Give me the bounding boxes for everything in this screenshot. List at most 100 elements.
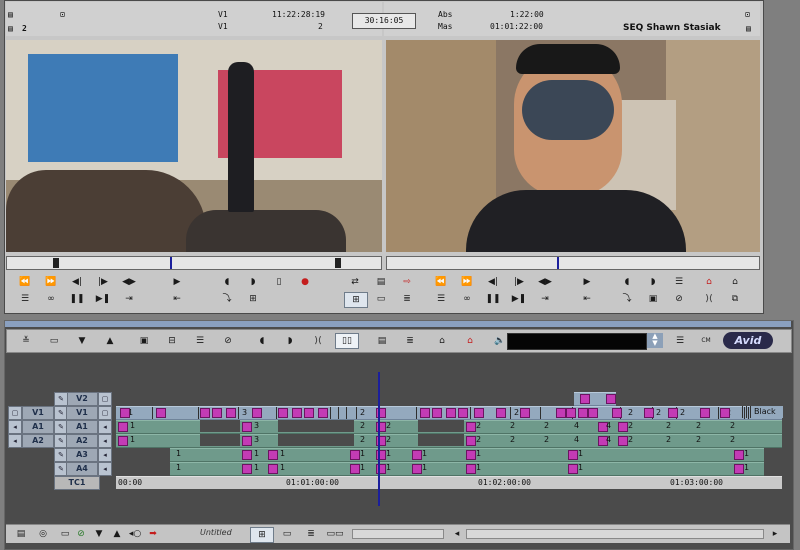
tl-list-button[interactable]: ☰	[669, 334, 691, 348]
tl-mark-out-button[interactable]: ◗	[279, 334, 301, 348]
rewind-button[interactable]: ⏪	[14, 275, 36, 289]
tl-up-button[interactable]: ▲	[99, 334, 121, 348]
tl-clear-button[interactable]: ⊘	[217, 334, 239, 348]
mark-clip-button[interactable]: ▯	[268, 275, 290, 289]
timeline-scrub-field[interactable]	[507, 333, 647, 350]
rec-copy-button[interactable]: ⧉	[724, 292, 746, 306]
link-icon-right[interactable]: ⊡	[745, 10, 750, 19]
a4-speaker-icon[interactable]: ◂	[98, 462, 112, 476]
mark-in-button[interactable]: ◖	[216, 275, 238, 289]
v2-edit-icon[interactable]: ✎	[54, 392, 68, 406]
rec-go-out-button[interactable]: ⇥	[534, 292, 556, 306]
v1-source-header[interactable]: V1	[22, 406, 54, 420]
source-position-bar[interactable]	[6, 256, 382, 270]
scrub-stepper[interactable]: ▲ ▼	[647, 333, 663, 348]
sequence-icon[interactable]: ▤	[746, 24, 751, 33]
rec-trim-button[interactable]: ⟩⟨	[698, 292, 720, 306]
tl-splice-button[interactable]: ⌂	[431, 334, 453, 348]
rec-menu-button[interactable]: ☰	[668, 275, 690, 289]
tl-monitor-button[interactable]: ▭	[43, 334, 65, 348]
rec-go-in-button[interactable]: ⇤	[576, 292, 598, 306]
extract-button[interactable]: ⇨	[396, 275, 418, 289]
link-button[interactable]: ∞	[40, 292, 62, 306]
tl-menu-button[interactable]: CM	[695, 334, 717, 348]
rec-step-back-button[interactable]: ◀|	[482, 275, 504, 289]
rec-overwrite-button[interactable]: ⌂	[698, 275, 720, 289]
v1-record-header[interactable]: V1	[66, 406, 98, 420]
tc1-track-header[interactable]: TC1	[54, 476, 100, 490]
a1-source-header[interactable]: A1	[22, 420, 54, 434]
record-video-frame[interactable]	[386, 40, 760, 252]
rec-step-forward-button[interactable]: |▶	[508, 275, 530, 289]
rec-grid-button[interactable]: ⊞	[344, 292, 368, 308]
monitor-icon[interactable]: ▤	[8, 24, 13, 33]
footer-levels-button[interactable]: ≣	[300, 527, 322, 541]
step-back-button[interactable]: ◀|	[66, 275, 88, 289]
rec-monitor-button[interactable]: ▭	[370, 292, 392, 306]
a2-record-header[interactable]: A2	[66, 434, 98, 448]
rec-pause-button[interactable]: ❚❚	[482, 292, 504, 306]
tl-overwrite-button[interactable]: ⌂	[459, 334, 481, 348]
list-button[interactable]: ☰	[14, 292, 36, 306]
v2-record-header[interactable]: V2	[66, 392, 98, 406]
v2-monitor-icon[interactable]: ▢	[98, 392, 112, 406]
tl-mark-in-button[interactable]: ◖	[251, 334, 273, 348]
v1-monitor-icon[interactable]: ▢	[98, 406, 112, 420]
rec-splice-in-button[interactable]: ⤵	[616, 292, 638, 306]
rec-play-button[interactable]: ▶	[576, 275, 598, 289]
step-forward-button[interactable]: |▶	[92, 275, 114, 289]
scroll-left-button[interactable]: ◂	[446, 527, 468, 541]
a3-speaker-icon[interactable]: ◂	[98, 448, 112, 462]
footer-disc-button[interactable]: ◎	[32, 527, 54, 541]
rec-square-button[interactable]: ▣	[642, 292, 664, 306]
v1-source-monitor-icon[interactable]: ▢	[8, 406, 22, 420]
record-position-indicator[interactable]	[557, 257, 559, 269]
rec-levels-button[interactable]: ≣	[396, 292, 418, 306]
a4-record-header[interactable]: A4	[66, 462, 98, 476]
tl-lift-button[interactable]: ▤	[371, 334, 393, 348]
source-video-frame[interactable]	[6, 40, 382, 252]
a1-source-speaker-icon[interactable]: ◂	[8, 420, 22, 434]
footer-menu-button[interactable]: ▤	[10, 527, 32, 541]
menu-icon[interactable]: ▤	[8, 10, 13, 19]
rec-rewind-button[interactable]: ⏪	[430, 275, 452, 289]
record-position-bar[interactable]	[386, 256, 760, 270]
play-button[interactable]: ▶	[166, 275, 188, 289]
splice-in-button[interactable]: ⤵	[216, 292, 238, 306]
a2-source-speaker-icon[interactable]: ◂	[8, 434, 22, 448]
footer-arrow-button[interactable]: ➡	[142, 527, 164, 541]
mark-out-button[interactable]: ◗	[242, 275, 264, 289]
footer-zoom-slider[interactable]	[352, 529, 444, 539]
rec-play-reverse-button[interactable]: ◀▶	[534, 275, 556, 289]
rec-mark-in-button[interactable]: ◖	[616, 275, 638, 289]
v2-track-empty[interactable]	[116, 392, 784, 404]
frame-forward-button[interactable]: ▶❚	[92, 292, 114, 306]
pause-button[interactable]: ❚❚	[66, 292, 88, 306]
tl-mark-clip-button[interactable]: ▯▯	[335, 333, 359, 349]
rec-clear-button[interactable]: ⊘	[668, 292, 690, 306]
rec-link-button[interactable]: ∞	[456, 292, 478, 306]
link-icon[interactable]: ⊡	[60, 10, 65, 19]
rec-fast-forward-button[interactable]: ⏩	[456, 275, 478, 289]
a1-record-header[interactable]: A1	[66, 420, 98, 434]
scroll-right-button[interactable]: ▸	[764, 527, 786, 541]
go-to-in-button[interactable]: ⇤	[166, 292, 188, 306]
record-dot-button[interactable]: ●	[294, 275, 316, 289]
tl-trim-button[interactable]: ⟩⟨	[307, 334, 329, 348]
fast-forward-button[interactable]: ⏩	[40, 275, 62, 289]
match-frame-button[interactable]: ⇄	[344, 275, 366, 289]
play-reverse-button[interactable]: ◀▶	[118, 275, 140, 289]
a2-source-header[interactable]: A2	[22, 434, 54, 448]
rec-frame-button[interactable]: ▶❚	[508, 292, 530, 306]
tl-levels-button[interactable]: ≣	[399, 334, 421, 348]
go-to-out-button[interactable]: ⇥	[118, 292, 140, 306]
a1-speaker-icon[interactable]: ◂	[98, 420, 112, 434]
a3-record-header[interactable]: A3	[66, 448, 98, 462]
a2-speaker-icon[interactable]: ◂	[98, 434, 112, 448]
rec-mark-out-button[interactable]: ◗	[642, 275, 664, 289]
footer-monitor2-button[interactable]: ▭	[276, 527, 298, 541]
timeline-playhead[interactable]	[378, 372, 380, 506]
horizontal-scrollbar[interactable]	[466, 529, 764, 539]
tl-segment-button[interactable]: ▣	[133, 334, 155, 348]
grid-button[interactable]: ⊞	[242, 292, 264, 306]
